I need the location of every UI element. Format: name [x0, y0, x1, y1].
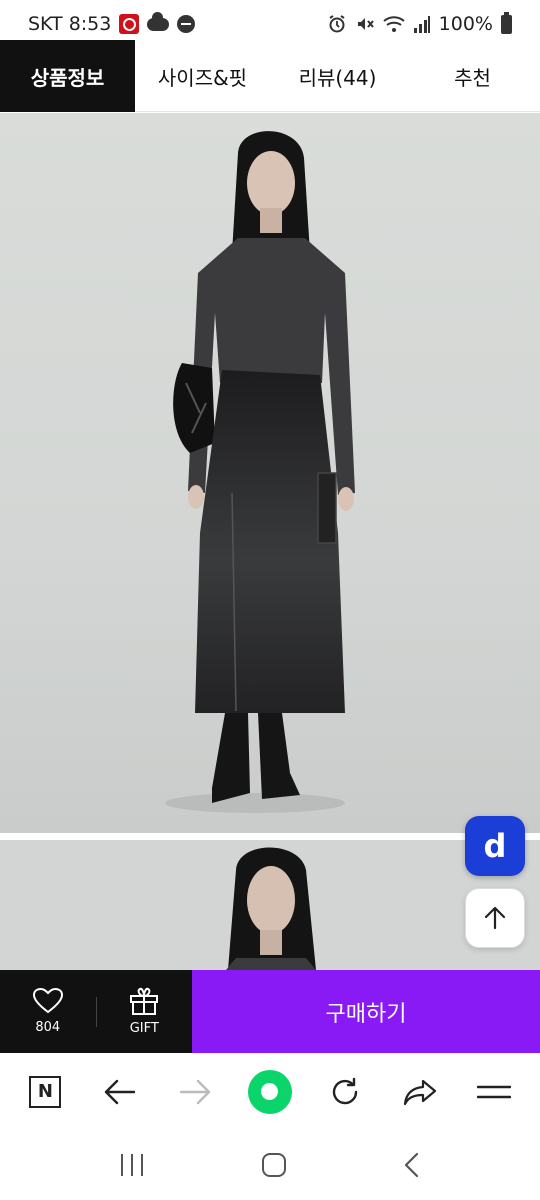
- scroll-top-button[interactable]: [465, 888, 525, 948]
- product-photo: [0, 113, 540, 833]
- like-count: 804: [35, 1020, 61, 1035]
- menu-button[interactable]: [464, 1062, 524, 1122]
- buy-button[interactable]: 구매하기: [192, 970, 540, 1053]
- tab-reviews[interactable]: 리뷰(44): [270, 40, 405, 112]
- forward-button[interactable]: [165, 1062, 225, 1122]
- back-arrow-icon: [105, 1079, 136, 1104]
- purchase-bar: 804 GIFT 구매하기: [0, 970, 540, 1053]
- battery-icon: [501, 11, 512, 34]
- reload-button[interactable]: [315, 1062, 375, 1122]
- carrier-time: SKT 8:53: [28, 13, 112, 35]
- wifi-icon: [383, 16, 405, 32]
- battery-percent: 100%: [438, 13, 493, 35]
- alarm-icon: [329, 15, 345, 33]
- gift-icon: [130, 987, 159, 1015]
- product-tabs: 상품정보 사이즈&핏 리뷰(44) 추천: [0, 40, 540, 112]
- model-illustration-2: [226, 847, 316, 970]
- signal-icon: [413, 16, 430, 33]
- product-photo-2: [0, 840, 540, 970]
- reload-icon: [332, 1077, 357, 1104]
- naver-home-button[interactable]: N: [15, 1062, 75, 1122]
- app-icon: [119, 14, 140, 34]
- dnd-icon: [177, 15, 196, 33]
- system-nav-bar: [0, 1130, 540, 1200]
- purchase-bar-left: 804 GIFT: [0, 970, 192, 1053]
- green-home-button[interactable]: [240, 1062, 300, 1122]
- heart-icon: [32, 988, 63, 1014]
- green-home-icon: [247, 1069, 292, 1114]
- back-button[interactable]: [90, 1062, 150, 1122]
- mute-icon: [357, 18, 374, 30]
- cloud-icon: [147, 11, 170, 31]
- like-button[interactable]: 804: [0, 970, 96, 1053]
- forward-arrow-icon: [179, 1079, 211, 1104]
- image-divider: [0, 833, 540, 840]
- share-icon: [403, 1079, 436, 1105]
- model-illustration: [165, 131, 355, 813]
- tab-recommend[interactable]: 추천: [405, 40, 540, 112]
- gift-button[interactable]: GIFT: [97, 970, 193, 1053]
- recent-apps-icon[interactable]: [118, 1152, 146, 1178]
- tab-product-info[interactable]: 상품정보: [0, 40, 135, 112]
- back-nav-icon[interactable]: [402, 1152, 422, 1178]
- app-screen: SKT 8:53 100% 상품정보 사이즈&핏 리뷰(44) 추천 d 804…: [0, 0, 540, 1200]
- naver-n-icon: N: [29, 1075, 62, 1108]
- d-shortcut-button[interactable]: d: [465, 816, 525, 876]
- browser-toolbar: N: [0, 1053, 540, 1130]
- gift-label: GIFT: [129, 1021, 159, 1036]
- tab-size-fit[interactable]: 사이즈&핏: [135, 40, 270, 112]
- arrow-up-icon: [484, 906, 506, 930]
- home-icon[interactable]: [261, 1152, 287, 1178]
- share-button[interactable]: [390, 1062, 450, 1122]
- menu-icon: [477, 1085, 512, 1098]
